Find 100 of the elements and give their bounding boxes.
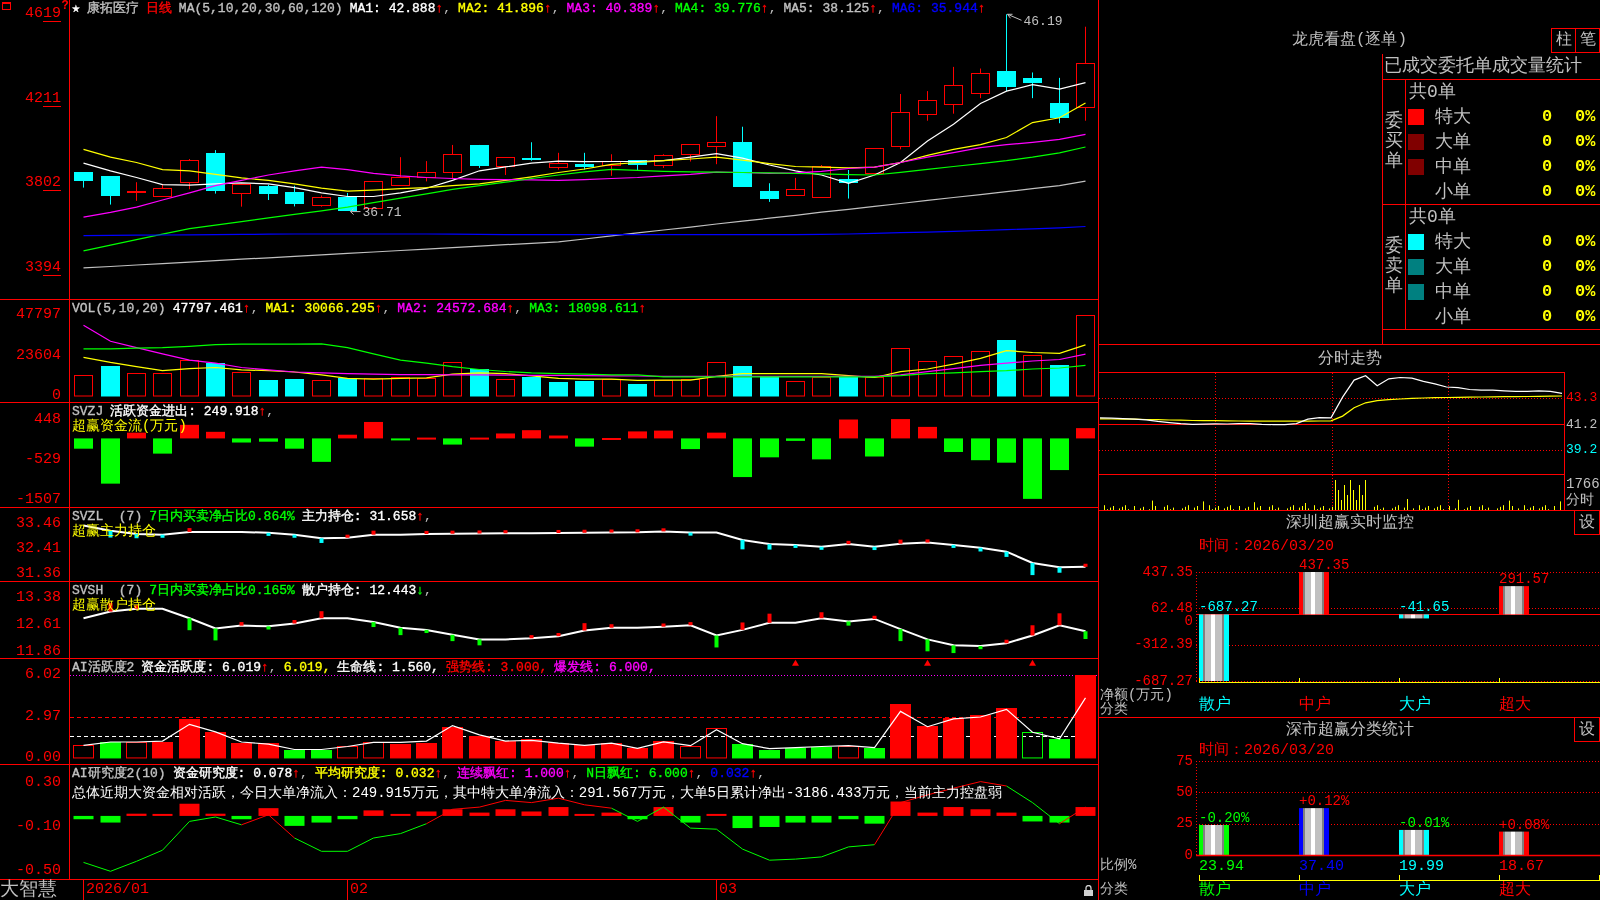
- order-total: 共0单: [1409, 207, 1456, 227]
- axis-title: 分类: [1100, 882, 1128, 896]
- legend-item: 连续飘红: 1.000↑,: [457, 766, 580, 781]
- axis-tick-label: 0: [1184, 849, 1193, 862]
- legend-item: MA2: 24572.684↑,: [397, 301, 523, 316]
- axis-tick-label: 23604: [16, 348, 61, 364]
- order-share: 0%: [1575, 131, 1596, 152]
- order-count: 0: [1542, 256, 1553, 277]
- legend-item: MA3: 18098.611↑: [529, 301, 647, 316]
- axis-tick-label: 4619: [25, 6, 61, 22]
- category-label: 中户: [1299, 697, 1331, 714]
- category-label: 散户: [1199, 882, 1231, 899]
- order-total: 共0单: [1409, 82, 1456, 102]
- axis-tick-label: 0.00: [25, 750, 61, 766]
- axis-tick-label: 3802: [25, 175, 61, 191]
- legend-item: SVZJ: [72, 404, 104, 419]
- legend-item: 资金研究度: 0.078↑,: [172, 766, 308, 781]
- category-label: 超大: [1499, 882, 1531, 899]
- legend-item: 日线: [145, 1, 172, 16]
- axis-title: 分类: [1100, 702, 1128, 716]
- axis-tick-label: 0.30: [25, 775, 61, 791]
- side-label: 委买单: [1385, 112, 1403, 172]
- order-size-label: 小单: [1435, 181, 1471, 202]
- axis-tick-label: 47797: [16, 307, 61, 323]
- legend-item: 主力持仓: 31.658↑,: [301, 509, 432, 524]
- date-label: 03: [716, 880, 737, 900]
- change-label: +0.12%: [1299, 793, 1350, 810]
- legend-item: MA4: 39.776↑,: [675, 1, 777, 16]
- axis-tick-label: 3394: [25, 260, 61, 276]
- legend-item: 0.032↑,: [710, 766, 765, 781]
- legend-item: 活跃资金进出: 249.918↑,: [110, 404, 275, 419]
- axis-tick-label: 4211: [25, 91, 61, 107]
- axis-tick-label: -0.50: [16, 863, 61, 879]
- axis-tick-label: 39.2: [1566, 443, 1598, 457]
- category-label: 中户: [1299, 882, 1331, 899]
- axis-tick-label: -312.39: [1134, 638, 1193, 651]
- volume-max-label: 1766: [1566, 476, 1600, 492]
- category-label: 大户: [1399, 882, 1431, 899]
- legend-item: MA(5,10,20,30,60,120): [178, 1, 343, 16]
- axis-tick-label: 41.2: [1566, 418, 1598, 432]
- legend-item: MA1: 42.888↑,: [349, 1, 452, 16]
- order-size-label: 大单: [1435, 131, 1471, 152]
- legend-item: AI研究度2(10): [72, 766, 166, 781]
- axis-tick-label: 2.97: [25, 709, 61, 725]
- bar-value-label: 18.67: [1499, 858, 1544, 875]
- section-title: 深市超赢分类统计: [1285, 720, 1414, 740]
- order-share: 0%: [1575, 106, 1596, 127]
- axis-tick-label: 75: [1176, 755, 1193, 768]
- axis-tick-label: 62.48: [1151, 602, 1193, 615]
- axis-tick-label: 50: [1176, 786, 1193, 799]
- axis-tick-label: 0: [1184, 615, 1193, 628]
- order-share: 0%: [1575, 181, 1596, 202]
- axis-tick-label: 33.46: [16, 516, 61, 532]
- order-count: 0: [1542, 131, 1553, 152]
- bar-value-label: -41.65: [1399, 599, 1450, 616]
- price-label: 36.71: [362, 204, 402, 220]
- category-label: 超大: [1499, 697, 1531, 714]
- side-label: 委卖单: [1385, 237, 1403, 297]
- category-label: 散户: [1199, 697, 1231, 714]
- axis-tick-label: 32.41: [16, 541, 61, 557]
- order-count: 0: [1542, 106, 1553, 127]
- section-title: 分时走势: [1317, 348, 1382, 369]
- legend-item: 康拓医疗: [86, 1, 139, 16]
- panel-title: 龙虎看盘(逐单): [1291, 30, 1408, 51]
- axis-tick-label: -0.10: [16, 819, 61, 835]
- legend-item: 47797.461↑,: [172, 301, 259, 316]
- order-share: 0%: [1575, 281, 1596, 302]
- bar-value-label: 23.94: [1199, 858, 1244, 875]
- legend-item: AI活跃度2: [72, 660, 135, 675]
- order-count: 0: [1542, 156, 1553, 177]
- order-share: 0%: [1575, 231, 1596, 252]
- category-label: 大户: [1399, 697, 1431, 714]
- legend-item: ★: [72, 1, 80, 16]
- axis-tick-label: 448: [34, 412, 61, 428]
- axis-tick-label: 6.02: [25, 667, 61, 683]
- axis-tick-label: -529: [25, 452, 61, 468]
- bar-value-label: 37.40: [1299, 858, 1344, 875]
- axis-tick-label: 43.3: [1566, 391, 1598, 405]
- order-size-label: 大单: [1435, 256, 1471, 277]
- date-label: 2026/01: [83, 880, 149, 900]
- order-size-label: 中单: [1435, 281, 1471, 302]
- order-size-label: 小单: [1435, 306, 1471, 327]
- axis-tick-label: 437.35: [1142, 566, 1193, 579]
- bar-value-label: 437.35: [1299, 557, 1350, 573]
- legend-item: 散户持仓: 12.443↓,: [301, 583, 432, 598]
- order-size-label: 特大: [1435, 231, 1471, 252]
- order-share: 0%: [1575, 156, 1596, 177]
- legend-item: VOL(5,10,20): [72, 301, 166, 316]
- legend-item: 强势线: 3.000,: [445, 660, 548, 675]
- bar-value-label: 19.99: [1399, 858, 1444, 875]
- legend-item: N日飘红: 6.000↑,: [586, 766, 704, 781]
- bar-value-label: -687.27: [1199, 599, 1258, 616]
- date-label: 02: [347, 880, 368, 900]
- legend-item: SVZL (7): [72, 509, 143, 524]
- axis-tick-label: 31.36: [16, 566, 61, 582]
- order-count: 0: [1542, 181, 1553, 202]
- legend-item: 6.019,: [283, 660, 331, 675]
- order-share: 0%: [1575, 256, 1596, 277]
- axis-tick-label: 25: [1176, 817, 1193, 830]
- date-label: 时间：2026/03/20: [1199, 537, 1334, 555]
